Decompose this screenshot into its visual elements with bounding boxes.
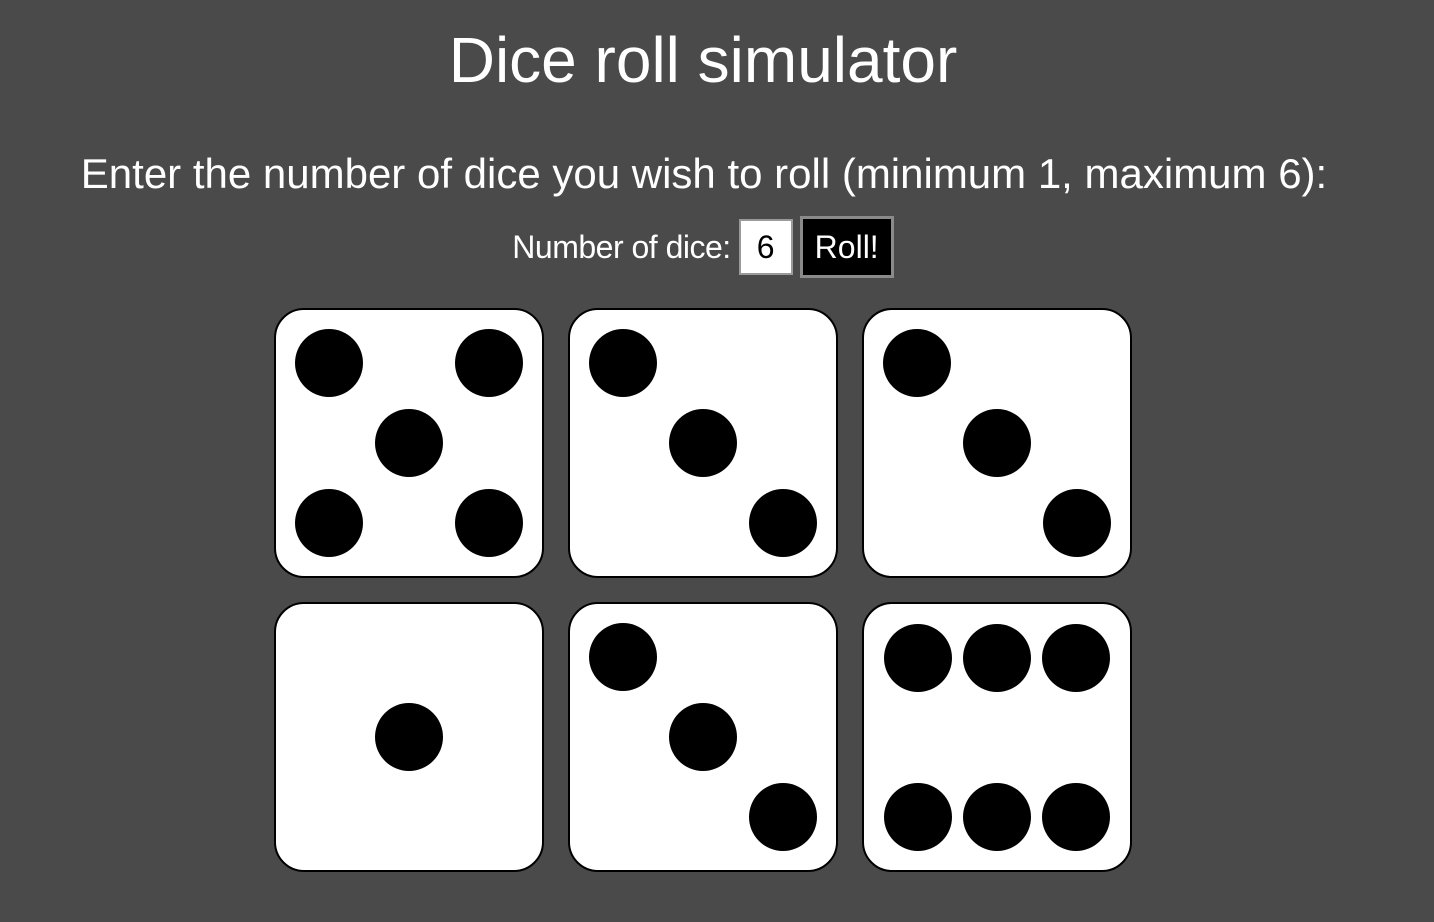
die-pip [1042, 624, 1110, 692]
die-pip [883, 329, 951, 397]
number-of-dice-input[interactable] [738, 219, 793, 275]
die-pip [375, 703, 443, 771]
instructions-text: Enter the number of dice you wish to rol… [80, 150, 1328, 197]
page-title: Dice roll simulator [448, 24, 958, 96]
die-2 [568, 308, 838, 578]
die-pip [455, 329, 523, 397]
dice-grid [274, 308, 1134, 874]
die-pip [963, 409, 1031, 477]
number-of-dice-label: Number of dice: [512, 228, 731, 265]
die-pip [1043, 489, 1111, 557]
die-pip [884, 624, 952, 692]
die-pip [589, 623, 657, 691]
die-1 [274, 308, 544, 578]
die-5 [568, 602, 838, 872]
die-pip [295, 489, 363, 557]
die-pip [963, 783, 1031, 851]
die-pip [669, 409, 737, 477]
die-pip [749, 489, 817, 557]
roll-button[interactable]: Roll! [799, 216, 894, 278]
die-pip [669, 703, 737, 771]
die-pip [749, 783, 817, 851]
die-4 [274, 602, 544, 872]
die-pip [375, 409, 443, 477]
die-pip [455, 489, 523, 557]
die-pip [963, 624, 1031, 692]
die-pip [589, 329, 657, 397]
die-pip [295, 329, 363, 397]
die-pip [884, 783, 952, 851]
die-pip [1042, 783, 1110, 851]
die-3 [862, 308, 1132, 578]
dice-controls: Number of dice: Roll! [0, 216, 1406, 278]
die-6 [862, 602, 1132, 872]
page: Dice roll simulator Enter the number of … [0, 0, 1434, 922]
